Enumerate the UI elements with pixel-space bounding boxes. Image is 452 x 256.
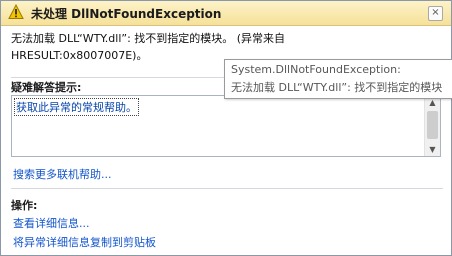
tooltip-line-2: 无法加载 DLL“WTY.dll”: 找不到指定的模块 (231, 81, 443, 94)
scroll-down-arrow-icon[interactable]: ▼ (425, 143, 440, 156)
search-online-help-link[interactable]: 搜索更多联机帮助... (13, 166, 112, 182)
title-bar: 未处理 DllNotFoundException × (1, 1, 451, 26)
message-line-1: 无法加载 DLL“WTY.dll”: 找不到指定的模块。 (异常来自 (11, 32, 286, 45)
troubleshooting-tips-list[interactable]: 获取此异常的常规帮助。 ▲ ▼ (11, 95, 441, 157)
dialog-title: 未处理 DllNotFoundException (31, 7, 222, 21)
exception-tooltip: System.DllNotFoundException: 无法加载 DLL“WT… (224, 59, 452, 99)
exception-dialog: 未处理 DllNotFoundException × 无法加载 DLL“WTY.… (0, 0, 452, 256)
scroll-thumb[interactable] (427, 111, 438, 139)
troubleshooting-heading: 疑难解答提示: (11, 81, 82, 94)
copy-to-clipboard-link[interactable]: 将异常详细信息复制到剪贴板 (13, 234, 156, 250)
tooltip-line-1: System.DllNotFoundException: (231, 63, 401, 76)
warning-icon (8, 3, 24, 20)
close-icon: × (431, 7, 440, 18)
actions-heading: 操作: (11, 199, 38, 212)
tip-general-help-link[interactable]: 获取此异常的常规帮助。 (14, 98, 139, 116)
vertical-scrollbar[interactable]: ▲ ▼ (424, 96, 440, 156)
close-button[interactable]: × (428, 6, 443, 21)
divider (11, 188, 443, 189)
view-details-link[interactable]: 查看详细信息... (13, 215, 90, 231)
